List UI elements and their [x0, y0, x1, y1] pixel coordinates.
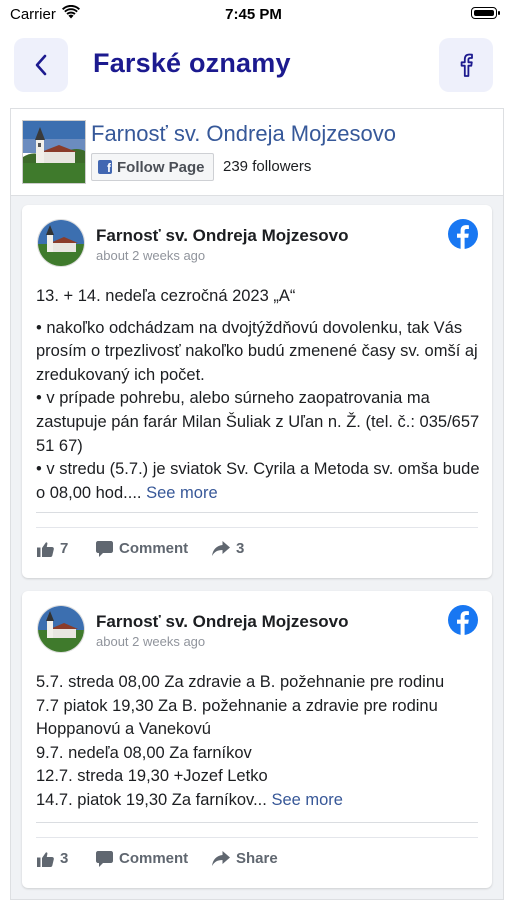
divider [36, 822, 478, 823]
comment-button[interactable]: Comment [96, 540, 188, 557]
post-time[interactable]: about 2 weeks ago [96, 634, 205, 649]
follow-page-label: Follow Page [117, 158, 205, 176]
chevron-left-icon [35, 54, 47, 76]
facebook-page-plugin: Farnosť sv. Ondreja Mojzesovo f Follow P… [10, 108, 504, 900]
comment-button[interactable]: Comment [96, 850, 188, 867]
post-author[interactable]: Farnosť sv. Ondreja Mojzesovo [96, 226, 349, 246]
comment-icon [96, 540, 113, 557]
post-line: 13. + 14. nedeľa cezročná 2023 „A“ [36, 287, 296, 305]
author-avatar[interactable] [37, 219, 85, 267]
share-arrow-icon [212, 541, 230, 556]
divider [36, 512, 478, 513]
status-bar: Carrier 7:45 PM [0, 0, 507, 30]
comment-icon [96, 850, 113, 867]
post-text: 13. + 14. nedeľa cezročná 2023 „A“ • nak… [36, 285, 481, 505]
facebook-f-icon: f [98, 160, 112, 174]
divider [36, 837, 478, 838]
like-button[interactable]: 7 [37, 540, 68, 557]
author-avatar[interactable] [37, 605, 85, 653]
follow-page-button[interactable]: f Follow Page [91, 153, 214, 181]
post-time[interactable]: about 2 weeks ago [96, 248, 205, 263]
post-card: Farnosť sv. Ondreja Mojzesovo about 2 we… [22, 591, 492, 888]
see-more-link[interactable]: See more [146, 484, 218, 502]
page-title: Farské oznamy [93, 48, 291, 78]
facebook-logo-icon[interactable] [448, 219, 478, 249]
battery-icon [471, 7, 500, 19]
divider [36, 527, 478, 528]
navigation-bar: Farské oznamy [0, 36, 507, 96]
page-header: Farnosť sv. Ondreja Mojzesovo f Follow P… [11, 109, 503, 196]
post-line: • v stredu (5.7.) je sviatok Sv. Cyrila … [36, 460, 480, 502]
post-card: Farnosť sv. Ondreja Mojzesovo about 2 we… [22, 205, 492, 578]
post-author[interactable]: Farnosť sv. Ondreja Mojzesovo [96, 612, 349, 632]
share-button[interactable]: Share [212, 850, 278, 867]
thumbs-up-icon [37, 851, 54, 867]
see-more-link[interactable]: See more [271, 791, 343, 809]
facebook-button[interactable] [439, 38, 493, 92]
post-actions: 7 Comment 3 [22, 540, 492, 566]
facebook-logo-icon[interactable] [448, 605, 478, 635]
comment-label: Comment [119, 850, 189, 867]
post-line: 7.7 piatok 19,30 Za B. požehnanie a zdra… [36, 696, 438, 739]
clock: 7:45 PM [225, 6, 282, 23]
like-count: 7 [60, 540, 69, 557]
back-button[interactable] [14, 38, 68, 92]
post-text: 5.7. streda 08,00 Za zdravie a B. požehn… [36, 671, 481, 813]
share-label: Share [236, 850, 278, 867]
post-line: • v prípade pohrebu, alebo súrneho zaopa… [36, 389, 480, 455]
followers-count: 239 followers [223, 158, 312, 175]
post-actions: 3 Comment Share [22, 850, 492, 876]
share-arrow-icon [212, 851, 230, 866]
page-profile-picture[interactable] [22, 120, 86, 184]
page-name-link[interactable]: Farnosť sv. Ondreja Mojzesovo [91, 121, 396, 147]
post-line: 5.7. streda 08,00 Za zdravie a B. požehn… [36, 673, 445, 691]
share-button[interactable]: 3 [212, 540, 244, 557]
post-line: 14.7. piatok 19,30 Za farníkov... See mo… [36, 790, 343, 809]
like-count: 3 [60, 850, 69, 867]
like-button[interactable]: 3 [37, 850, 68, 867]
post-line: • nakoľko odchádzam na dvojtýždňovú dovo… [36, 318, 478, 384]
post-line: 9.7. nedeľa 08,00 Za farníkov [36, 743, 252, 762]
facebook-icon [460, 53, 473, 77]
post-line: 12.7. streda 19,30 +Jozef Letko [36, 767, 268, 786]
thumbs-up-icon [37, 541, 54, 557]
church-image [23, 121, 85, 183]
share-count: 3 [236, 540, 245, 557]
comment-label: Comment [119, 540, 189, 557]
